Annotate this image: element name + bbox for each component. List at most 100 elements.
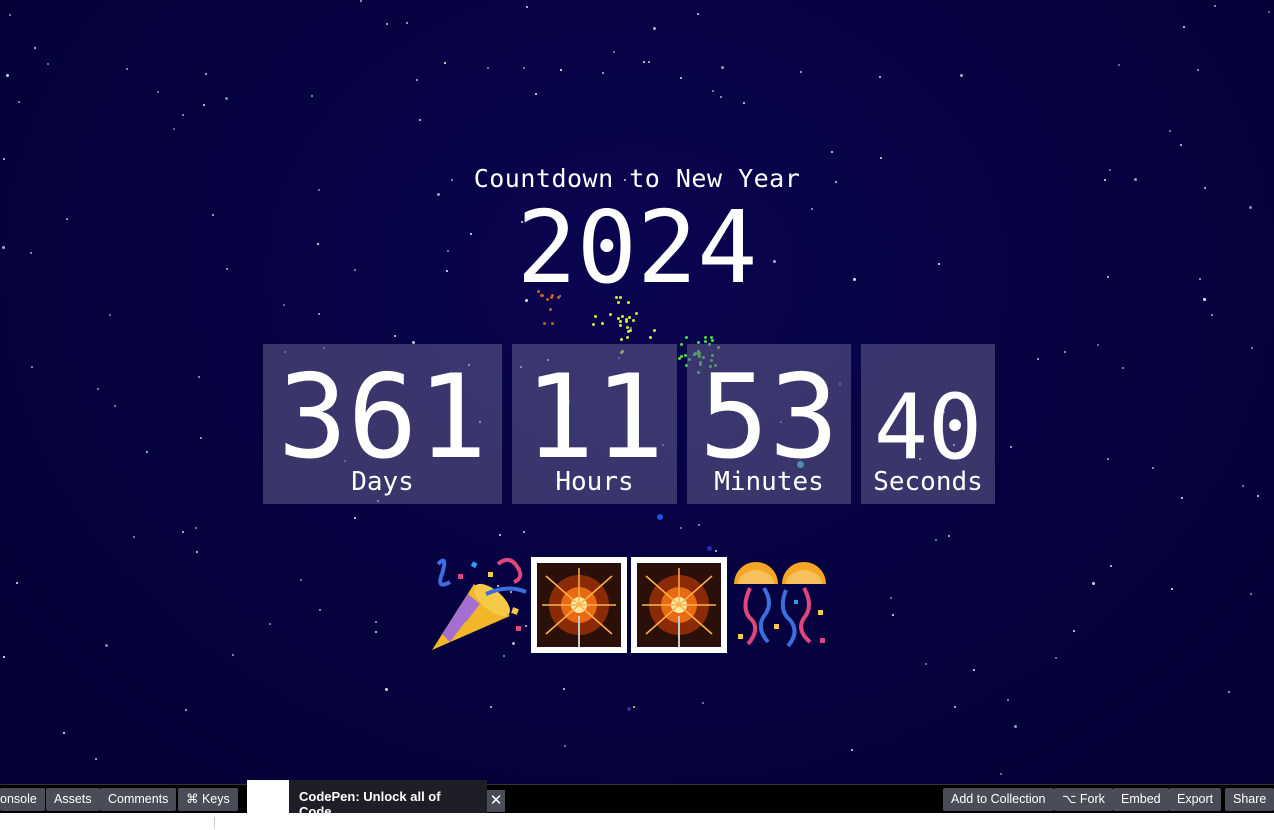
star <box>1242 485 1244 487</box>
fork-button[interactable]: ⌥ Fork <box>1054 788 1113 811</box>
star <box>879 76 881 78</box>
star <box>114 405 116 407</box>
star <box>487 67 489 69</box>
star <box>1180 144 1182 146</box>
firework-spark <box>592 323 595 326</box>
star <box>6 74 9 77</box>
star <box>1110 565 1112 567</box>
star <box>173 128 175 130</box>
star <box>195 527 197 529</box>
star <box>523 531 525 533</box>
firework-spark <box>704 336 707 339</box>
star <box>743 102 745 104</box>
star <box>880 157 882 159</box>
star <box>157 91 159 93</box>
star <box>973 669 975 671</box>
star <box>633 706 635 708</box>
export-button[interactable]: Export <box>1169 788 1222 811</box>
firework-spark <box>685 336 688 339</box>
star <box>109 314 111 316</box>
firework-spark <box>594 315 597 318</box>
firework-spark <box>711 339 714 342</box>
star <box>283 304 285 306</box>
star <box>9 14 11 16</box>
star <box>1055 657 1057 659</box>
firework-spark <box>704 340 707 343</box>
star <box>702 702 704 704</box>
sparkler-icon <box>531 557 627 653</box>
star <box>648 61 650 63</box>
star <box>613 51 615 53</box>
days-box: 361 Days <box>263 344 502 504</box>
star <box>386 23 388 25</box>
firework-spark <box>625 318 628 321</box>
firework-spark <box>619 324 622 327</box>
days-label: Days <box>351 467 414 497</box>
divider <box>214 817 215 829</box>
star <box>698 524 700 526</box>
hours-box: 11 Hours <box>512 344 677 504</box>
star <box>146 451 148 453</box>
star <box>680 77 682 79</box>
star <box>375 631 377 633</box>
star <box>892 614 894 616</box>
star <box>1250 593 1252 595</box>
star <box>1122 367 1124 369</box>
star <box>105 644 108 647</box>
star <box>523 67 525 69</box>
star <box>680 527 682 529</box>
star <box>1014 725 1017 728</box>
star <box>269 623 271 625</box>
promo-thumbnail <box>247 780 289 814</box>
firework-spark <box>657 514 663 520</box>
firework-spark <box>619 320 622 323</box>
codepen-bottom-toolbar: onsole Assets Comments ⌘ Keys CodePen: U… <box>0 780 1274 819</box>
firework-spark <box>632 319 635 322</box>
keys-button[interactable]: ⌘ Keys <box>178 788 238 811</box>
assets-button[interactable]: Assets <box>46 788 100 811</box>
star <box>563 688 565 690</box>
promo-notice[interactable]: CodePen: Unlock all of Code… <box>247 780 487 819</box>
firework-spark <box>635 312 638 315</box>
star <box>419 119 421 121</box>
firework-spark <box>551 322 554 325</box>
star <box>444 62 446 64</box>
close-icon[interactable]: ✕ <box>487 790 505 812</box>
minutes-box: 53 Minutes <box>687 344 851 504</box>
star <box>196 551 198 553</box>
embed-button[interactable]: Embed <box>1113 788 1169 811</box>
comments-button[interactable]: Comments <box>100 788 177 811</box>
star <box>205 73 207 75</box>
firework-spark <box>620 338 623 341</box>
star <box>535 93 537 95</box>
star <box>503 655 505 657</box>
star <box>95 758 97 760</box>
firework-spark <box>653 329 656 332</box>
star <box>318 313 320 315</box>
star <box>890 597 892 599</box>
star <box>31 366 33 368</box>
firework-spark <box>680 343 683 346</box>
add-to-collection-button[interactable]: Add to Collection <box>943 788 1054 811</box>
star <box>1107 458 1109 460</box>
share-button[interactable]: Share <box>1225 788 1274 811</box>
star <box>16 582 18 584</box>
star <box>1064 351 1066 353</box>
star <box>406 22 408 24</box>
star <box>1211 314 1213 316</box>
star <box>954 706 956 708</box>
star <box>721 66 724 69</box>
star <box>1007 699 1009 701</box>
firework-spark <box>621 315 624 318</box>
star <box>360 0 362 2</box>
star <box>1171 588 1173 590</box>
star <box>133 536 135 538</box>
star <box>800 71 802 73</box>
console-button[interactable]: onsole <box>0 788 45 811</box>
star <box>182 531 184 533</box>
star <box>1010 446 1012 448</box>
star <box>960 74 963 77</box>
firework-spark <box>649 336 652 339</box>
star <box>385 688 388 691</box>
star <box>200 437 202 439</box>
